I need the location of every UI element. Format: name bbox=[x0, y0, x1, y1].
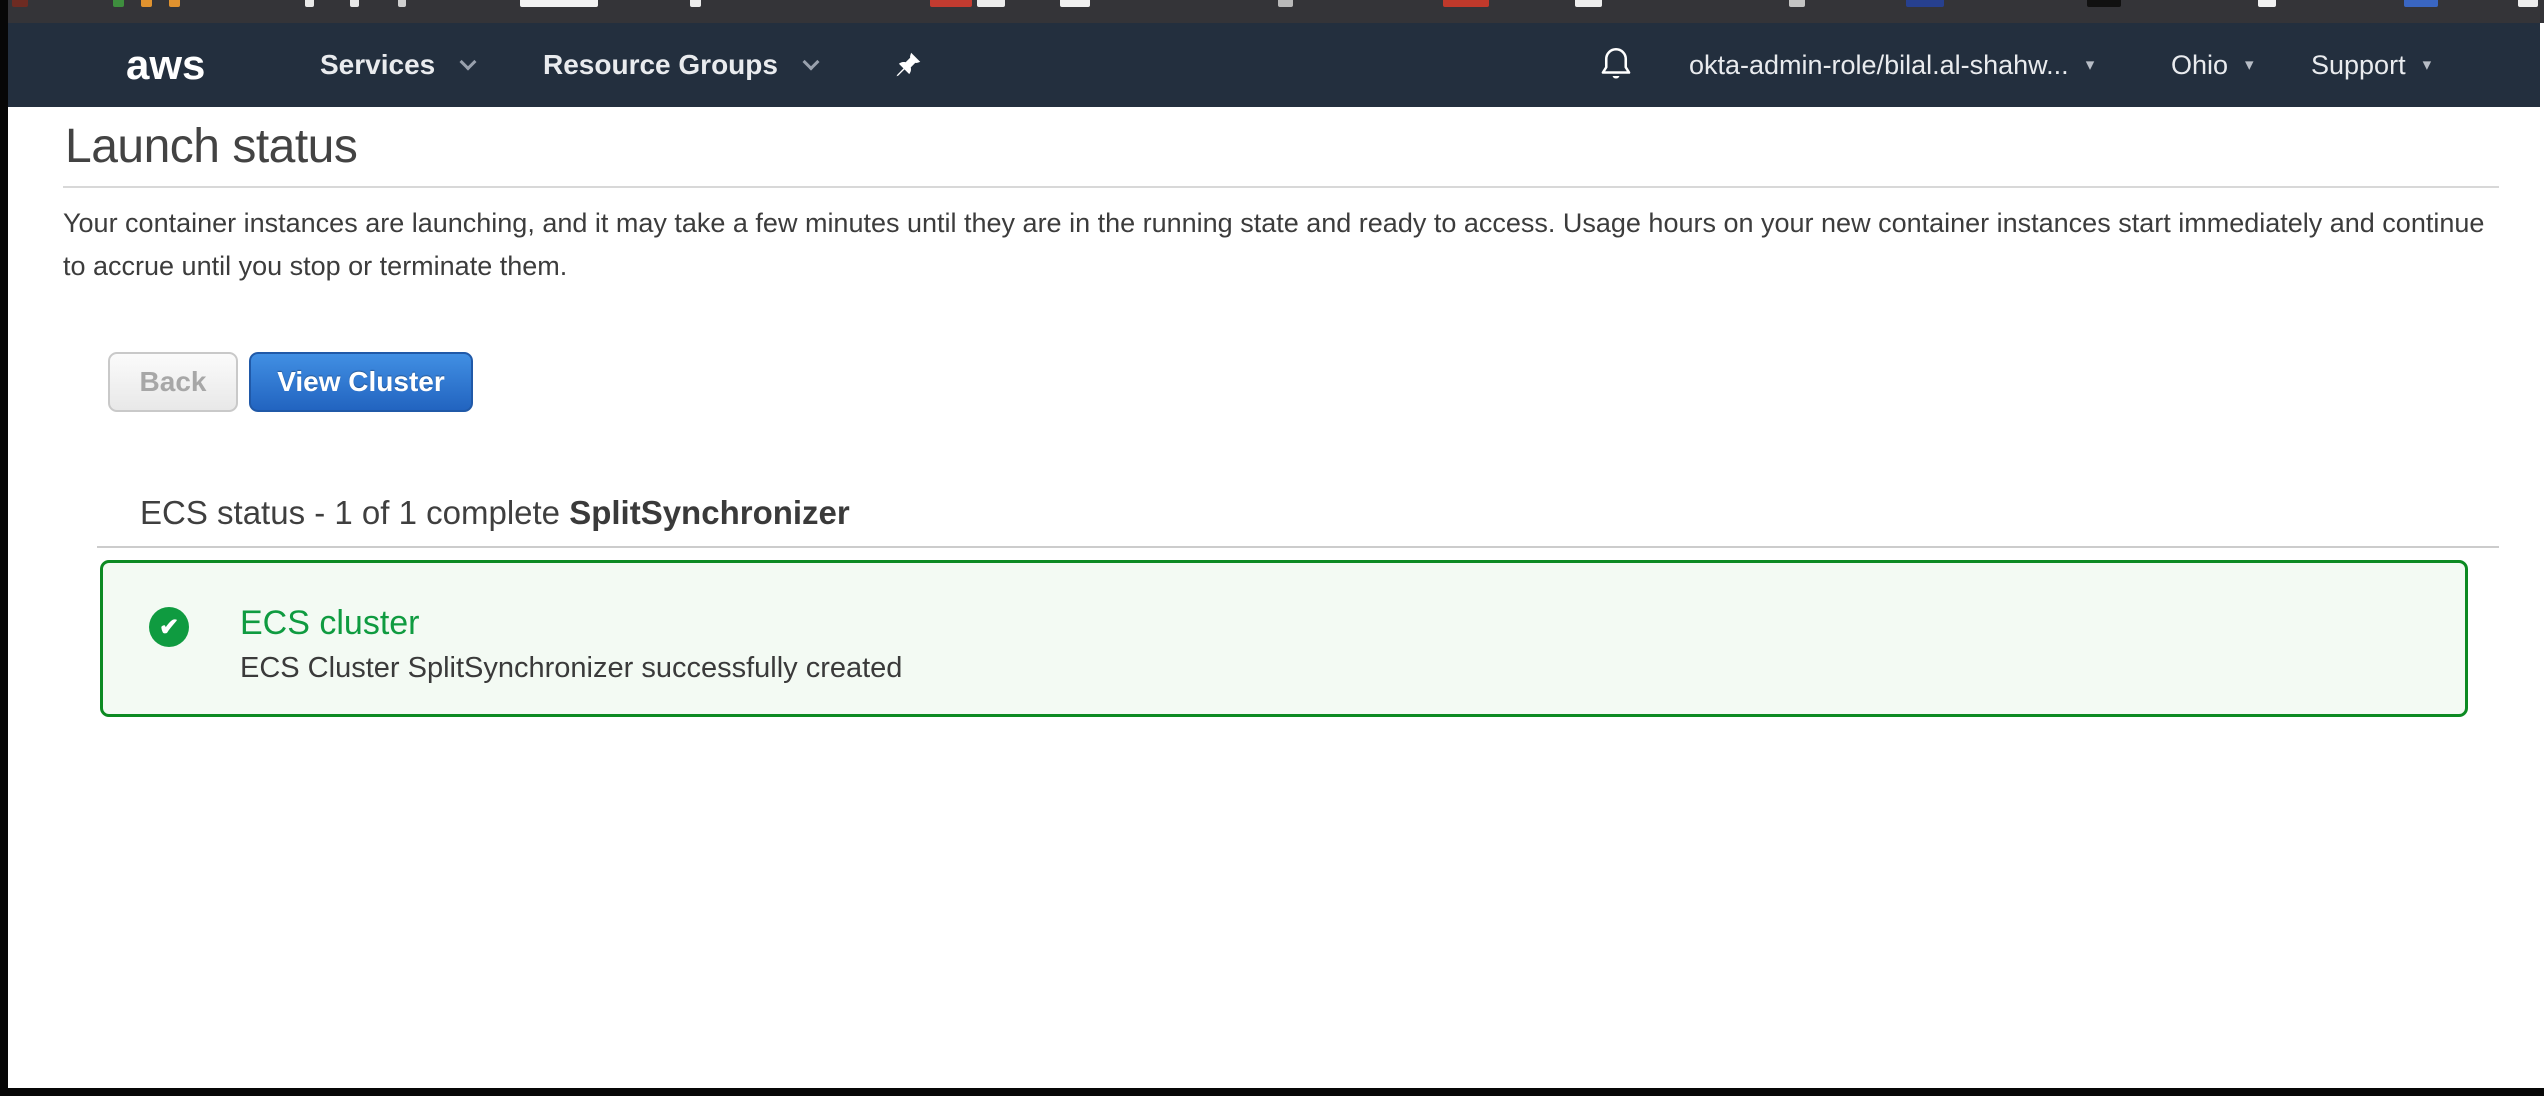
intro-text: Your container instances are launching, … bbox=[63, 202, 2499, 288]
ecs-cluster-success-card: ✔ ECS cluster ECS Cluster SplitSynchroni… bbox=[100, 560, 2468, 717]
ecs-status-heading: ECS status - 1 of 1 complete SplitSynchr… bbox=[140, 492, 2499, 533]
favicon-fragment bbox=[12, 0, 28, 7]
chevron-down-icon bbox=[460, 53, 477, 70]
success-card-text: ECS cluster ECS Cluster SplitSynchronize… bbox=[240, 604, 902, 685]
screenshot-bottom-edge bbox=[0, 1088, 2544, 1096]
support-menu[interactable]: Support ▾ bbox=[2311, 23, 2431, 107]
favicon-fragment bbox=[520, 0, 598, 7]
success-card-title: ECS cluster bbox=[240, 604, 902, 642]
favicon-fragment bbox=[1060, 0, 1090, 7]
pushpin-icon bbox=[893, 50, 923, 80]
ecs-status-divider bbox=[97, 546, 2499, 548]
favicon-fragment bbox=[2087, 0, 2121, 7]
check-circle-icon: ✔ bbox=[149, 607, 189, 647]
chevron-down-icon bbox=[802, 53, 819, 70]
favicon-fragment bbox=[113, 0, 124, 7]
nav-resource-groups-menu[interactable]: Resource Groups bbox=[543, 23, 817, 107]
favicon-fragment bbox=[1789, 0, 1805, 7]
favicon-fragment bbox=[1278, 0, 1293, 7]
support-label: Support bbox=[2311, 50, 2406, 81]
success-card-message: ECS Cluster SplitSynchronizer successful… bbox=[240, 651, 902, 685]
bell-icon bbox=[1598, 45, 1634, 85]
aws-navbar: aws Services Resource Groups okta-admin-… bbox=[0, 23, 2540, 107]
favicon-fragment bbox=[690, 0, 701, 7]
account-label: okta-admin-role/bilal.al-shahw... bbox=[1689, 50, 2069, 81]
favicon-fragment bbox=[141, 0, 152, 7]
favicon-fragment bbox=[1443, 0, 1489, 7]
aws-logo-text: aws bbox=[126, 41, 205, 89]
ecs-status-heading-prefix: ECS status - 1 of 1 complete bbox=[140, 494, 569, 531]
nav-resource-groups-label: Resource Groups bbox=[543, 49, 778, 81]
back-button[interactable]: Back bbox=[108, 352, 238, 412]
button-row: Back View Cluster bbox=[108, 352, 2499, 412]
favicon-fragment bbox=[350, 0, 359, 7]
nav-services-label: Services bbox=[320, 49, 435, 81]
favicon-fragment bbox=[1906, 0, 1944, 7]
favicon-fragment bbox=[169, 0, 180, 7]
pushpin-button[interactable] bbox=[893, 23, 923, 107]
chevron-down-icon: ▾ bbox=[2423, 55, 2432, 75]
nav-services-menu[interactable]: Services bbox=[320, 23, 474, 107]
favicon-fragment bbox=[2258, 0, 2276, 7]
screenshot-left-edge bbox=[0, 0, 8, 1096]
favicon-fragment bbox=[930, 0, 972, 7]
favicon-fragment bbox=[2404, 0, 2438, 7]
aws-logo[interactable]: aws bbox=[126, 23, 205, 107]
region-menu[interactable]: Ohio ▾ bbox=[2171, 23, 2254, 107]
main-content: Launch status Your container instances a… bbox=[63, 107, 2499, 717]
title-divider bbox=[63, 186, 2499, 188]
ecs-status-resource-name: SplitSynchronizer bbox=[569, 494, 850, 531]
favicon-fragment bbox=[977, 0, 1005, 7]
notifications-button[interactable] bbox=[1598, 23, 1634, 107]
favicon-fragment bbox=[2518, 0, 2538, 7]
chevron-down-icon: ▾ bbox=[2245, 55, 2254, 75]
favicon-fragment bbox=[305, 0, 314, 7]
page-title: Launch status bbox=[65, 121, 2499, 173]
region-label: Ohio bbox=[2171, 50, 2228, 81]
view-cluster-button[interactable]: View Cluster bbox=[249, 352, 473, 412]
favicon-fragment bbox=[1575, 0, 1602, 7]
browser-chrome-strip bbox=[0, 0, 2544, 23]
favicon-fragment bbox=[398, 0, 406, 7]
check-glyph: ✔ bbox=[159, 613, 179, 642]
chevron-down-icon: ▾ bbox=[2086, 55, 2095, 75]
account-menu[interactable]: okta-admin-role/bilal.al-shahw... ▾ bbox=[1689, 23, 2094, 107]
